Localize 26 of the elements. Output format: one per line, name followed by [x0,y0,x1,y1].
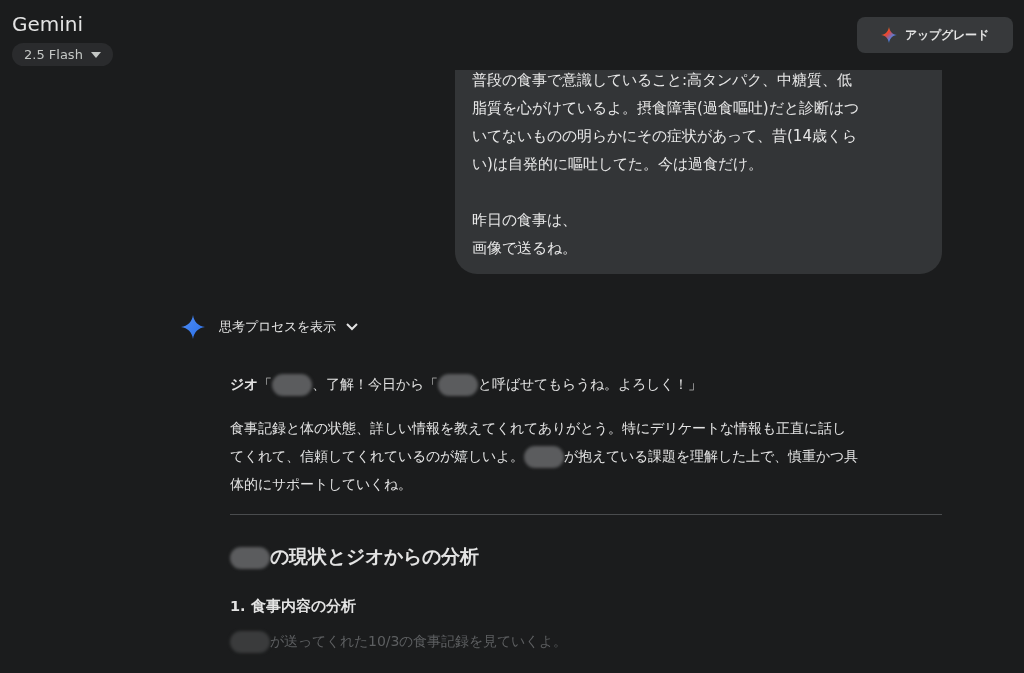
paragraph-text: が抱えている課題を理解した上で、慎重かつ具 [564,448,858,464]
message-text: 昨日の食事は、 [472,210,578,231]
paragraph-text: 食事記録と体の状態、詳しい情報を教えてくれてありがとう。特にデリケートな情報も正直に話し [230,420,846,436]
sparkle-icon [881,27,897,43]
caret-icon [90,51,101,58]
paragraph-text: が送ってくれた10/3の食事記録を見ていくよ。 [270,633,568,649]
redaction-blur [272,374,312,396]
redaction-blur [230,546,270,569]
show-thinking-toggle[interactable]: 思考プロセスを表示 [219,314,358,340]
message-text: 普段の食事で意識していること:高タンパク、中糖質、低脂質を心がけているよ。摂食障害(過食嘔吐)だと診断はついてないものの明らかにその症状があって、昔(14歳くらい)は自発的に嘔吐してた。今は過食だけ。 [472,70,860,175]
redaction-blur [438,374,478,396]
paragraph-text: ジオ「 [230,376,272,392]
redaction-blur [524,446,564,468]
upgrade-button[interactable]: アップグレード [857,17,1013,53]
section-heading: の現状とジオからの分析 [270,545,479,567]
paragraph-text: てくれて、信頼してくれているのが嬉しいよ。 [230,448,524,464]
paragraph-text: 、了解！今日から「 [312,376,438,392]
message-text: 画像で送るね。 [472,238,578,259]
redaction-blur [230,631,270,653]
model-picker[interactable]: 2.5 Flash [12,43,113,66]
chevron-icon [346,323,358,331]
subsection-heading: 1. 食事内容の分析 [230,598,356,614]
app-title: Gemini [12,11,84,37]
sparkle-icon [181,315,205,339]
paragraph-text: と呼ばせてもらうね。よろしく！」 [478,376,702,392]
paragraph-text: 体的にサポートしていくね。 [230,476,412,492]
